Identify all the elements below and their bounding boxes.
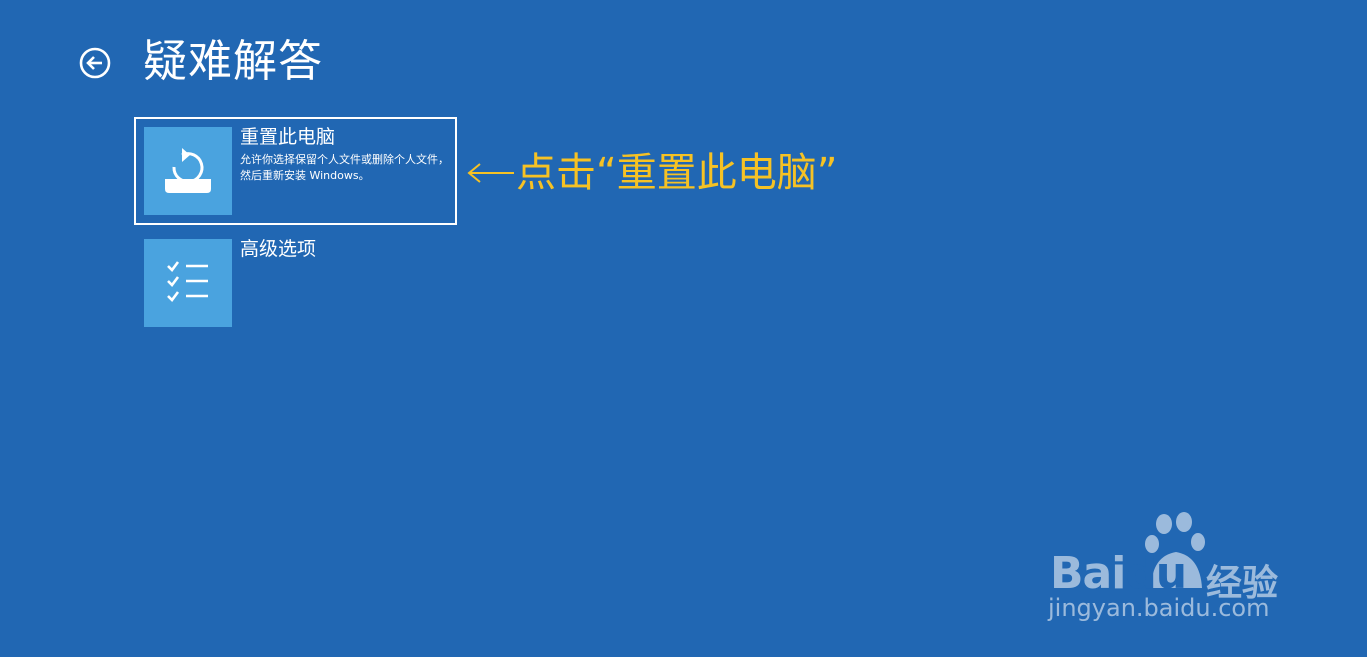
reset-pc-icon — [165, 148, 211, 193]
reset-pc-option[interactable]: 重置此电脑 允许你选择保留个人文件或删除个人文件，然后重新安装 Windows。 — [134, 117, 457, 225]
checklist-icon — [167, 261, 208, 302]
left-arrow-icon — [467, 163, 514, 183]
advanced-options-tile — [144, 239, 232, 327]
baidu-jingyan-watermark: Baidu 经验 jingyan.baidu.com — [1040, 510, 1300, 630]
reset-pc-description: 允许你选择保留个人文件或删除个人文件，然后重新安装 Windows。 — [240, 153, 449, 182]
advanced-options-option[interactable]: 高级选项 — [136, 231, 456, 335]
annotation-text: 点击“重置此电脑” — [516, 150, 838, 196]
watermark-url: jingyan.baidu.com — [1048, 594, 1270, 622]
reset-pc-title: 重置此电脑 — [240, 126, 336, 148]
back-button[interactable] — [79, 47, 111, 79]
reset-pc-tile — [144, 127, 232, 215]
advanced-options-title: 高级选项 — [240, 238, 317, 260]
page-title: 疑难解答 — [143, 36, 323, 87]
baidu-wordmark: Baidu — [1050, 548, 1187, 599]
back-arrow-icon — [79, 47, 111, 79]
